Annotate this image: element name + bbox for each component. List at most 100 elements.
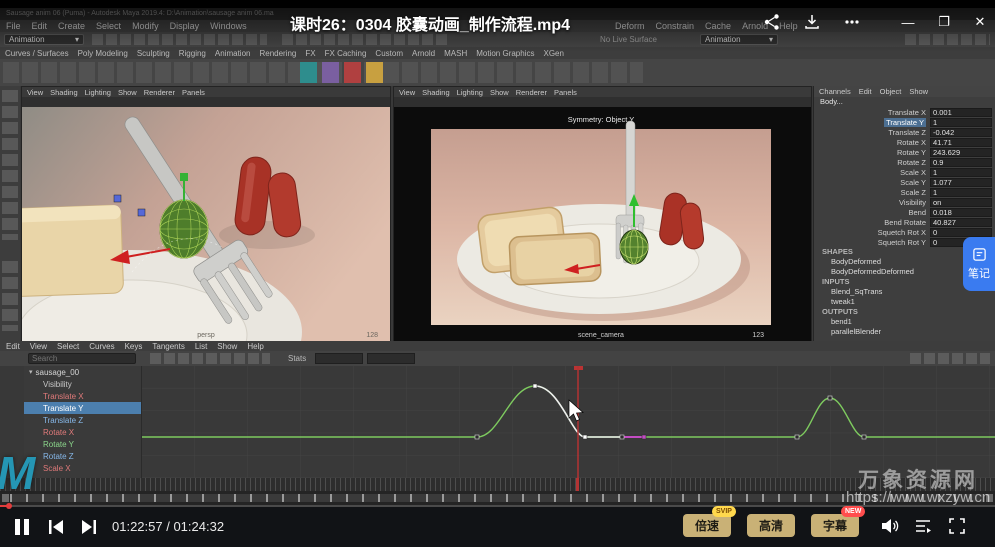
channel-box-object-name: Body... <box>814 97 995 107</box>
channel-row: Visibilityon <box>814 197 995 207</box>
player-control-bar: 01:22:57 / 01:24:32 倍速 SVIP 高清 字幕 NEW <box>0 505 995 547</box>
graph-editor-menubar: Edit View Select Curves Keys Tangents Li… <box>0 341 995 351</box>
stats-label: Stats <box>288 354 306 363</box>
graph-editor-curve-area <box>142 366 995 478</box>
next-track-icon <box>80 519 97 535</box>
video-surface[interactable]: Sausage anim 06 (Puma) - Autodesk Maya 2… <box>0 8 995 505</box>
camera-label: scene_camera <box>578 332 624 339</box>
shelf-tab: XGen <box>543 49 563 58</box>
channel-row: Translate Z-0.042 <box>814 127 995 137</box>
shelf-icon <box>300 62 317 83</box>
maya-range-slider <box>0 491 995 505</box>
tool-sidebar <box>0 86 20 341</box>
shelf-tabs: Curves / Surfaces Poly Modeling Sculptin… <box>0 47 995 59</box>
viewport-left: View Shading Lighting Show Renderer Pane… <box>21 86 391 341</box>
ge-tree-item-selected: Translate Y <box>24 402 141 414</box>
shelf-tab: Custom <box>375 49 403 58</box>
shelf-tab: MASH <box>444 49 467 58</box>
shelf-icon <box>366 62 383 83</box>
frame-label: 123 <box>752 332 764 339</box>
bread-slice <box>509 233 601 286</box>
viewport-scene-left: persp 128 <box>22 107 390 342</box>
shelf-icon <box>322 62 339 83</box>
channel-row: Squetch Rot X0 <box>814 227 995 237</box>
stats-field <box>367 353 415 364</box>
snap-icons <box>282 34 447 45</box>
ge-tree-item: Scale X <box>24 462 141 474</box>
volume-button[interactable] <box>880 517 900 535</box>
viewport-right: View Shading Lighting Show Renderer Pane… <box>393 86 812 341</box>
ellipsis-icon <box>843 13 861 31</box>
svip-badge: SVIP <box>712 506 736 517</box>
ge-tree-item: Visibility <box>24 378 141 390</box>
notes-button[interactable]: 笔记 <box>963 237 995 291</box>
channel-section-item: bend1 <box>814 317 995 327</box>
ge-tree-item: Rotate Y <box>24 438 141 450</box>
download-button[interactable] <box>802 12 822 32</box>
maya-menu-item: Windows <box>210 21 247 31</box>
maximize-button[interactable]: ❐ <box>934 12 954 32</box>
ge-tree-item: ▾sausage_00 <box>24 366 141 378</box>
next-button[interactable] <box>80 519 97 535</box>
layout-shortcut-icons <box>2 261 18 331</box>
subtitle-button[interactable]: 字幕 <box>811 514 859 537</box>
quality-button[interactable]: 高清 <box>747 514 795 537</box>
graph-editor-toolbar-icons <box>910 353 990 364</box>
maya-menu-item: Constrain <box>656 21 695 31</box>
share-icon <box>763 13 781 31</box>
current-frame-marker <box>576 478 579 491</box>
graph-editor-toolbar-icons <box>150 353 270 364</box>
maya-menu-item: Select <box>96 21 121 31</box>
more-button[interactable] <box>842 12 862 32</box>
new-badge: NEW <box>841 506 865 517</box>
range-handle <box>986 494 993 502</box>
stats-field <box>315 353 363 364</box>
fullscreen-button[interactable] <box>948 517 966 535</box>
status-icons <box>92 34 267 45</box>
chevron-down-icon: ▾ <box>75 35 79 44</box>
viewport-menubar: View Shading Lighting Show Renderer Pane… <box>394 87 811 97</box>
shelf-tab: Arnold <box>412 49 435 58</box>
close-button[interactable]: ✕ <box>970 12 990 32</box>
sidebar-toggle-icons <box>905 34 990 45</box>
maya-menu-item: File <box>6 21 21 31</box>
progress-knob[interactable] <box>6 503 12 509</box>
speed-button[interactable]: 倍速 <box>683 514 731 537</box>
minimize-button[interactable]: — <box>898 12 918 32</box>
pause-bar <box>15 519 20 535</box>
maya-menu-item: Display <box>170 21 200 31</box>
tool-icons <box>2 90 18 240</box>
graph-editor-search-input <box>28 353 136 364</box>
shelf-tab: FX <box>305 49 315 58</box>
ge-tree-item: Rotate X <box>24 426 141 438</box>
download-icon <box>803 13 821 31</box>
ge-tree-item: Rotate Z <box>24 450 141 462</box>
channel-section-item: parallelBlender <box>814 327 995 337</box>
channel-row: Scale Y1.077 <box>814 177 995 187</box>
shelf-tab: Curves / Surfaces <box>5 49 69 58</box>
channel-row: Rotate Y243.629 <box>814 147 995 157</box>
pause-button[interactable] <box>12 518 32 536</box>
previous-button[interactable] <box>48 519 65 535</box>
maya-menu-item: Deform <box>615 21 645 31</box>
expand-icon: ▾ <box>29 368 33 376</box>
channel-row: Bend Rotate40.827 <box>814 217 995 227</box>
capsule <box>620 230 648 264</box>
graph-editor-toolbar: Stats <box>0 351 995 366</box>
time-display: 01:22:57 / 01:24:32 <box>112 519 224 534</box>
share-button[interactable] <box>762 12 782 32</box>
key-marker <box>114 195 121 202</box>
live-surface-hint: No Live Surface <box>600 35 657 44</box>
key-marker <box>138 209 145 216</box>
video-player-window: Sausage anim 06 (Puma) - Autodesk Maya 2… <box>0 0 995 547</box>
channel-row: Translate X0.001 <box>814 107 995 117</box>
previous-track-icon <box>48 519 65 535</box>
channel-box-menubar: Channels Edit Object Show <box>814 86 995 97</box>
ge-tree-item: Translate X <box>24 390 141 402</box>
speaker-icon <box>880 517 900 535</box>
shelf-tab: Rendering <box>259 49 296 58</box>
workspace-dropdown: Animation▾ <box>700 34 778 45</box>
shelf-tab: FX Caching <box>325 49 367 58</box>
viewport-iconbar <box>22 97 390 107</box>
playlist-button[interactable] <box>914 518 932 534</box>
